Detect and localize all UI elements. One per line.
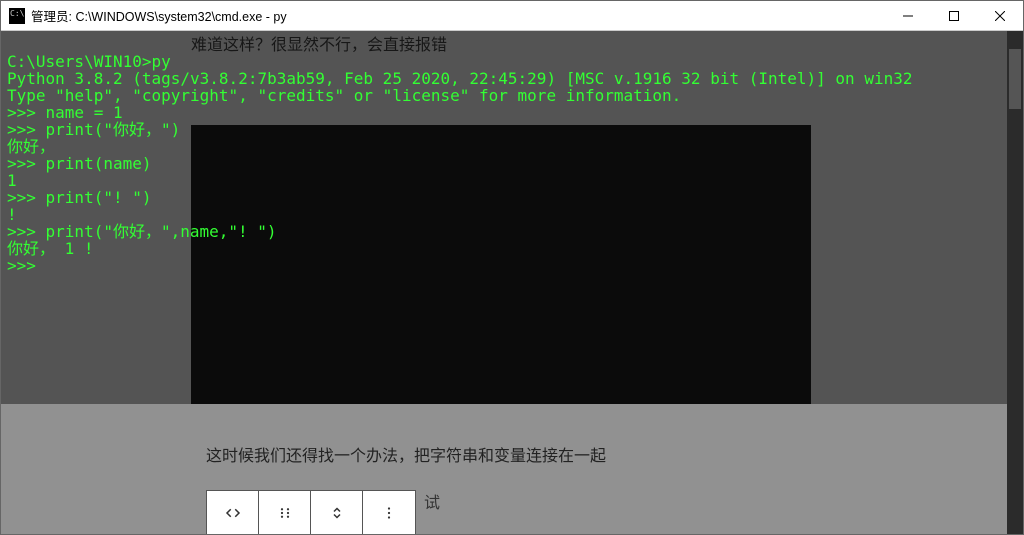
terminal-output[interactable]: C:\Users\WIN10>py Python 3.8.2 (tags/v3.… [7, 53, 1005, 274]
bg-line2: 这时候我们还得找一个办法，把字符串和变量连接在一起 [206, 442, 1023, 466]
vertical-scrollbar[interactable] [1007, 31, 1023, 534]
drag-handle-button[interactable] [259, 491, 311, 534]
client-area: 难道这样？很显然不行，会直接报错 这时候我们还得找一个办法，把字符串和变量连接在… [1, 31, 1023, 534]
window: 管理员: C:\WINDOWS\system32\cmd.exe - py 难道… [0, 0, 1024, 535]
titlebar[interactable]: 管理员: C:\WINDOWS\system32\cmd.exe - py [1, 1, 1023, 31]
window-title: 管理员: C:\WINDOWS\system32\cmd.exe - py [31, 6, 885, 25]
minimize-button[interactable] [885, 1, 931, 31]
editor-toolbar [206, 490, 416, 534]
close-button[interactable] [977, 1, 1023, 31]
page-below-terminal: 这时候我们还得找一个办法，把字符串和变量连接在一起 试 [1, 404, 1023, 534]
after-toolbar-text: 试 [424, 489, 440, 513]
code-brackets-button[interactable] [207, 491, 259, 534]
cmd-app-icon [9, 8, 25, 24]
scrollbar-thumb[interactable] [1009, 49, 1021, 109]
maximize-button[interactable] [931, 1, 977, 31]
updown-button[interactable] [311, 491, 363, 534]
more-button[interactable] [363, 491, 415, 534]
